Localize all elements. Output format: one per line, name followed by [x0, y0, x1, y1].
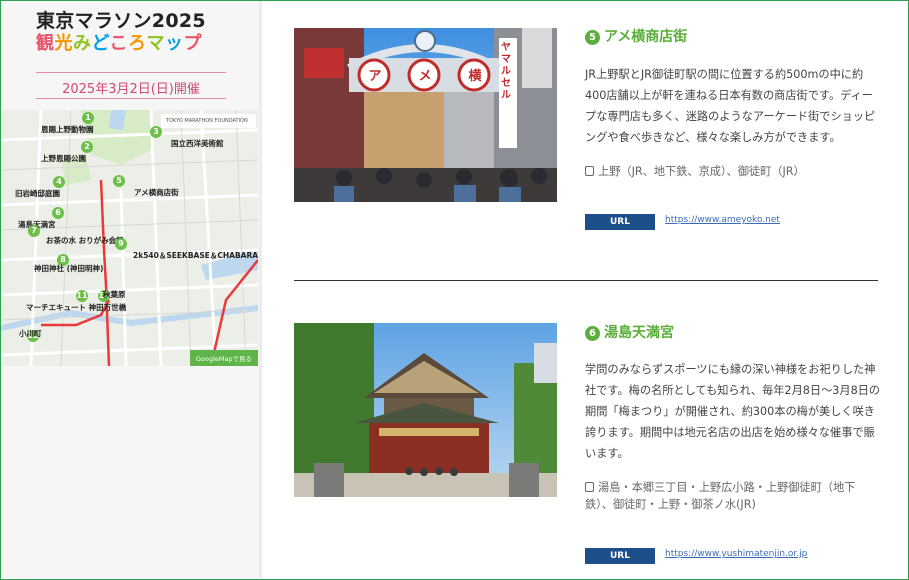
sidebar-subtitle-char: ど — [91, 33, 110, 54]
sidebar-subtitle-char: み — [73, 33, 92, 54]
entry-title-text: アメ横商店街 — [604, 29, 688, 45]
entry-number-badge: 5 — [585, 30, 600, 45]
sidebar-subtitle-char: プ — [183, 33, 202, 54]
train-icon — [585, 482, 594, 492]
yushima-url-link[interactable]: https://www.yushimatenjin.or.jp — [665, 549, 807, 559]
url-badge: URL — [585, 548, 655, 564]
ameyoko-sign-char-3: 横 — [468, 69, 482, 84]
map-label-1: 恩賜上野動物園 — [41, 125, 94, 134]
map-pin-4[interactable]: 4 — [53, 176, 65, 188]
map-label-5: アメ横商店街 — [134, 188, 179, 197]
sidebar-subtitle-char: ッ — [164, 33, 184, 54]
entry-title-yushima: 6 湯島天満宮 — [585, 322, 674, 342]
yushima-photo — [294, 323, 557, 497]
sidebar-divider — [259, 1, 262, 578]
ameyoko-photo: ア メ 横 ヤマルセル — [294, 28, 557, 202]
sidebar-subtitle-char: 観 — [36, 33, 55, 54]
ameyoko-side-sign: ヤマルセル — [501, 42, 511, 101]
sightseeing-map[interactable]: TOKYO MARATHON FOUNDATION 1 恩賜上野動物園 2 上野恩賜公… — [1, 110, 258, 366]
url-badge: URL — [585, 214, 655, 230]
map-pin-3[interactable]: 3 — [150, 126, 162, 138]
entry-description-ameyoko: JR上野駅とJR御徒町駅の間に位置する約500mの中に約400店舗以上が軒を連ね… — [585, 68, 876, 144]
map-label-12: 小川町 — [19, 329, 42, 338]
entry-number-badge: 6 — [585, 326, 600, 341]
entry-access-ameyoko: 上野（JR、地下鉄、京成）、御徒町（JR） — [585, 163, 881, 180]
map-label-4: 旧岩崎邸庭園 — [15, 189, 60, 198]
entry-title-text: 湯島天満宮 — [604, 325, 674, 341]
sidebar-subtitle-char: ろ — [127, 33, 147, 54]
map-label-9: 2k540＆SEEKBASE＆CHABARA — [133, 251, 258, 260]
access-text: 湯島・本郷三丁目・上野広小路・上野御徒町（地下鉄）、御徒町・上野・御茶ノ水(JR… — [585, 481, 856, 511]
map-label-7: お茶の水 おりがみ会館 — [46, 236, 124, 245]
map-pin-9[interactable]: 9 — [115, 238, 127, 250]
map-label-8: 神田神社 (神田明神) — [34, 264, 104, 273]
map-label-2: 上野恩賜公園 — [41, 154, 86, 163]
map-pin-11[interactable]: 11 — [76, 290, 88, 302]
ameyoko-sign-char-2: メ — [418, 69, 432, 84]
sidebar-subtitle-char: 光 — [54, 33, 73, 54]
date-rule-bottom — [36, 98, 226, 99]
entry-separator — [294, 280, 878, 281]
map-pin-6[interactable]: 6 — [52, 207, 64, 219]
map-header-text: TOKYO MARATHON FOUNDATION — [166, 118, 248, 124]
map-pin-7[interactable]: 7 — [28, 225, 40, 237]
ameyoko-sign-char-1: ア — [368, 69, 382, 84]
access-text: 上野（JR、地下鉄、京成）、御徒町（JR） — [598, 165, 805, 178]
event-date: 2025年3月2日(日)開催 — [62, 82, 200, 97]
google-map-button[interactable]: GoogleMapで見る — [189, 350, 258, 366]
ameyoko-url-link[interactable]: https://www.ameyoko.net — [665, 215, 780, 225]
sidebar-subtitle-char: こ — [109, 33, 128, 54]
train-icon — [585, 166, 594, 176]
entry-description-yushima: 学問のみならずスポーツにも縁の深い神様をお祀りした神社です。梅の名所としても知ら… — [585, 363, 881, 460]
map-label-10: 秋葉原 — [103, 290, 126, 299]
entry-title-ameyoko: 5 アメ横商店街 — [585, 26, 687, 46]
map-label-11: マーチエキュート 神田万世橋 — [26, 303, 127, 312]
map-pin-1[interactable]: 1 — [82, 112, 94, 124]
entry-access-yushima: 湯島・本郷三丁目・上野広小路・上野御徒町（地下鉄）、御徒町・上野・御茶ノ水(JR… — [585, 479, 881, 513]
sidebar-subtitle: 観光みどころマップ — [36, 29, 202, 55]
date-rule-top — [36, 72, 226, 73]
sidebar-subtitle-char: マ — [146, 33, 165, 54]
map-pin-2[interactable]: 2 — [81, 141, 93, 153]
map-label-3: 国立西洋美術館 — [171, 139, 224, 148]
map-pin-5[interactable]: 5 — [113, 175, 125, 187]
